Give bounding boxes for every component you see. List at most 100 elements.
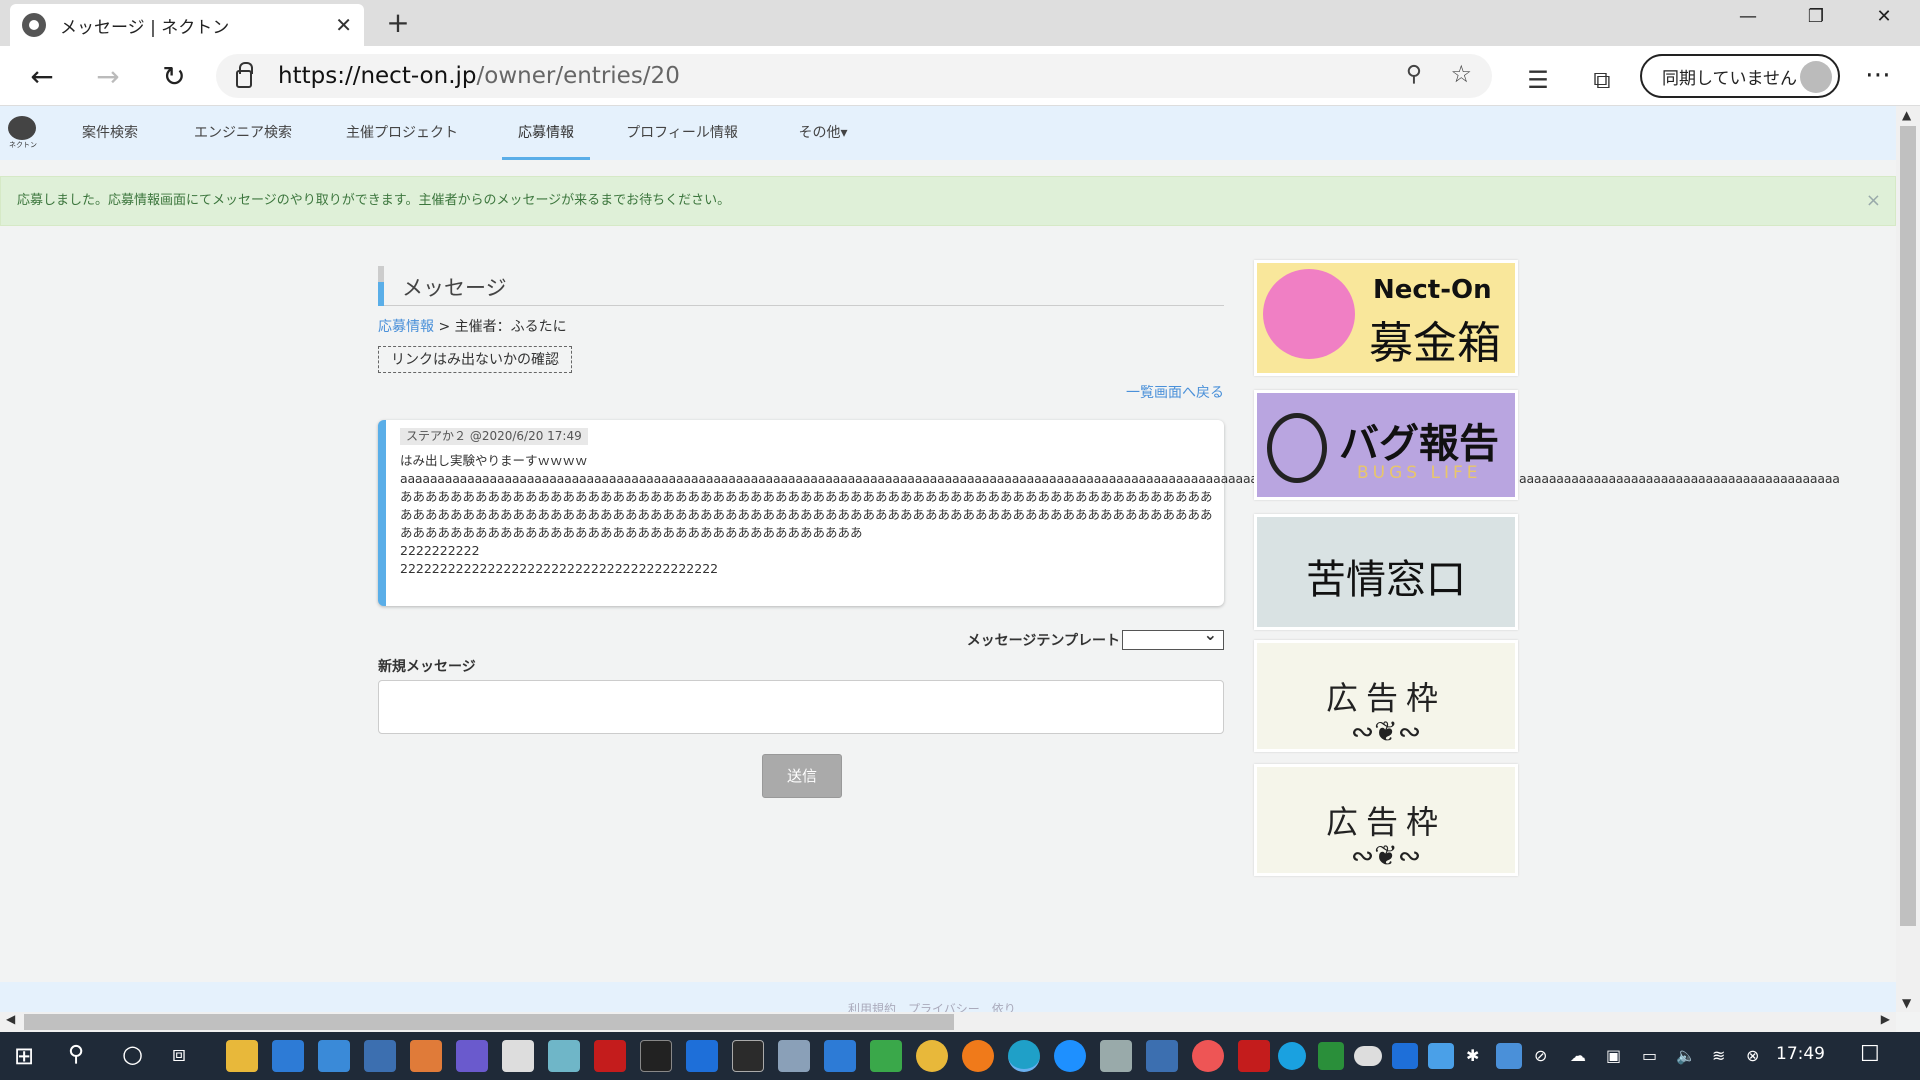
forward-arrow-icon[interactable]: → xyxy=(88,58,128,98)
breadcrumb: 応募情報 > 主催者：ふるたに xyxy=(378,316,567,336)
start-icon[interactable]: ⊞ xyxy=(14,1042,34,1070)
zoom-icon[interactable]: ⚲ xyxy=(1406,62,1422,87)
notification-off-icon[interactable]: ⊗ xyxy=(1746,1046,1759,1065)
site-footer: 利用規約 プライバシー 依り xyxy=(0,982,1896,1016)
app-icon[interactable] xyxy=(456,1040,488,1072)
cortana-icon[interactable]: ○ xyxy=(122,1040,143,1068)
vertical-scrollbar[interactable]: ▲ ▼ xyxy=(1896,106,1920,1012)
nav-item-hosted-projects[interactable]: 主催プロジェクト xyxy=(346,106,458,160)
site-logo[interactable]: ネクトン xyxy=(8,116,38,152)
volume-icon[interactable]: 🔈 xyxy=(1676,1046,1696,1065)
nav-item-project-search[interactable]: 案件検索 xyxy=(76,106,144,160)
app-icon[interactable] xyxy=(318,1040,350,1072)
firefly-icon xyxy=(1267,413,1327,483)
ie-icon[interactable] xyxy=(1054,1040,1086,1072)
collections-icon[interactable]: ⧉ xyxy=(1582,60,1622,100)
taskbar-clock[interactable]: 17:49 xyxy=(1776,1044,1825,1064)
app-icon[interactable] xyxy=(502,1040,534,1072)
alert-close-icon[interactable]: × xyxy=(1866,177,1881,225)
donation-banner[interactable]: Nect-On 募金箱 xyxy=(1254,260,1518,376)
piggy-bank-icon xyxy=(1263,269,1355,359)
app-icon[interactable] xyxy=(594,1040,626,1072)
mail-icon[interactable] xyxy=(824,1040,856,1072)
app-icon[interactable] xyxy=(1392,1043,1418,1069)
page-heading: メッセージ xyxy=(378,266,1224,306)
app-icon[interactable] xyxy=(1496,1043,1522,1069)
scroll-down-icon[interactable]: ▼ xyxy=(1902,996,1911,1010)
app-icon[interactable] xyxy=(548,1040,580,1072)
refresh-icon[interactable]: ↻ xyxy=(154,58,194,98)
horizontal-scrollbar[interactable]: ◀ ▶ xyxy=(0,1012,1896,1032)
app-tray-icon[interactable]: ⊘ xyxy=(1534,1046,1547,1065)
nav-item-other-dropdown[interactable]: その他▾ xyxy=(790,106,856,160)
onedrive-icon[interactable] xyxy=(1354,1046,1382,1066)
address-bar[interactable]: https://nect-on.jp/owner/entries/20 ⚲ ☆ xyxy=(216,54,1492,98)
scroll-thumb[interactable] xyxy=(24,1014,954,1030)
project-subject-link[interactable]: リンクはみ出ないかの確認 xyxy=(378,346,572,373)
cloud-icon[interactable]: ☁ xyxy=(1570,1046,1586,1065)
chrome-icon[interactable] xyxy=(916,1040,948,1072)
message-line: はみ出し実験やりまーすｗｗｗｗ xyxy=(400,453,588,468)
favorite-star-icon[interactable]: ☆ xyxy=(1450,60,1472,88)
main-content: メッセージ 応募情報 > 主催者：ふるたに リンクはみ出ないかの確認 一覧画面へ… xyxy=(378,262,1840,982)
scroll-up-icon[interactable]: ▲ xyxy=(1902,108,1911,122)
firefox-icon[interactable] xyxy=(962,1040,994,1072)
wifi-icon[interactable]: ≋ xyxy=(1712,1046,1725,1065)
action-center-icon[interactable]: ☐ xyxy=(1860,1042,1880,1067)
minimize-icon[interactable]: — xyxy=(1716,0,1780,36)
nav-item-profile[interactable]: プロフィール情報 xyxy=(626,106,738,160)
breadcrumb-applications-link[interactable]: 応募情報 xyxy=(378,319,434,335)
logo-mark-icon xyxy=(8,116,36,140)
heading-accent-bar xyxy=(378,266,384,306)
back-to-list-link[interactable]: 一覧画面へ戻る xyxy=(1126,382,1224,402)
scroll-thumb[interactable] xyxy=(1900,126,1916,926)
message-card: ステアか２ @2020/6/20 17:49 はみ出し実験やりまーすｗｗｗｗ a… xyxy=(378,420,1840,606)
new-message-textarea[interactable] xyxy=(378,680,1224,734)
file-explorer-icon[interactable] xyxy=(226,1040,258,1072)
app-icon[interactable] xyxy=(1146,1040,1178,1072)
app-icon[interactable] xyxy=(686,1040,718,1072)
template-select[interactable] xyxy=(1122,625,1224,650)
app-icon[interactable] xyxy=(410,1040,442,1072)
ad-slot-banner[interactable]: 広告枠 ∾❦∾ xyxy=(1254,640,1518,752)
search-icon[interactable]: ⚲ xyxy=(68,1042,84,1067)
sync-status-button[interactable]: 同期していません xyxy=(1640,54,1840,98)
app-icon[interactable] xyxy=(732,1040,764,1072)
app-icon[interactable] xyxy=(870,1040,902,1072)
send-button[interactable]: 送信 xyxy=(762,754,842,798)
itunes-icon[interactable] xyxy=(1192,1040,1224,1072)
window-close-icon[interactable]: ✕ xyxy=(1852,0,1916,36)
scroll-right-icon[interactable]: ▶ xyxy=(1881,1012,1890,1026)
device-icon[interactable]: ▣ xyxy=(1606,1046,1621,1065)
terminal-icon[interactable] xyxy=(640,1040,672,1072)
bluetooth-icon[interactable]: ✱ xyxy=(1466,1046,1479,1065)
scroll-left-icon[interactable]: ◀ xyxy=(6,1012,15,1026)
message-line: 2222222222 xyxy=(400,543,480,558)
edge-icon[interactable] xyxy=(1008,1040,1040,1072)
favorites-list-icon[interactable]: ☰ xyxy=(1518,60,1558,100)
back-arrow-icon[interactable]: ← xyxy=(22,58,62,98)
nav-item-applications[interactable]: 応募情報 xyxy=(502,106,590,160)
shield-icon[interactable] xyxy=(1318,1042,1344,1070)
sync-label: 同期していません xyxy=(1662,68,1797,89)
skype-icon[interactable] xyxy=(1278,1042,1306,1070)
app-icon[interactable] xyxy=(1428,1043,1454,1069)
app-icon[interactable] xyxy=(778,1040,810,1072)
new-tab-icon[interactable]: + xyxy=(380,6,416,42)
nav-item-engineer-search[interactable]: エンジニア検索 xyxy=(192,106,294,160)
app-icon[interactable] xyxy=(1100,1040,1132,1072)
task-view-icon[interactable]: ⧈ xyxy=(172,1042,186,1067)
bug-report-banner[interactable]: バグ報告 BUGS LIFE xyxy=(1254,390,1518,500)
close-tab-icon[interactable]: ✕ xyxy=(335,13,352,37)
message-line: 2222222222222222222222222222222222222222 xyxy=(400,561,719,576)
restore-icon[interactable]: ❐ xyxy=(1784,0,1848,36)
browser-tab[interactable]: メッセージ | ネクトン ✕ xyxy=(10,4,364,46)
complaint-banner[interactable]: 苦情窓口 xyxy=(1254,514,1518,630)
store-icon[interactable] xyxy=(272,1040,304,1072)
app-icon[interactable] xyxy=(364,1040,396,1072)
app-icon[interactable] xyxy=(1238,1040,1270,1072)
more-menu-icon[interactable]: ⋯ xyxy=(1858,60,1898,100)
ad-slot-banner[interactable]: 広告枠 ∾❦∾ xyxy=(1254,764,1518,876)
site-favicon-icon xyxy=(22,13,46,37)
battery-icon[interactable]: ▭ xyxy=(1642,1046,1657,1065)
